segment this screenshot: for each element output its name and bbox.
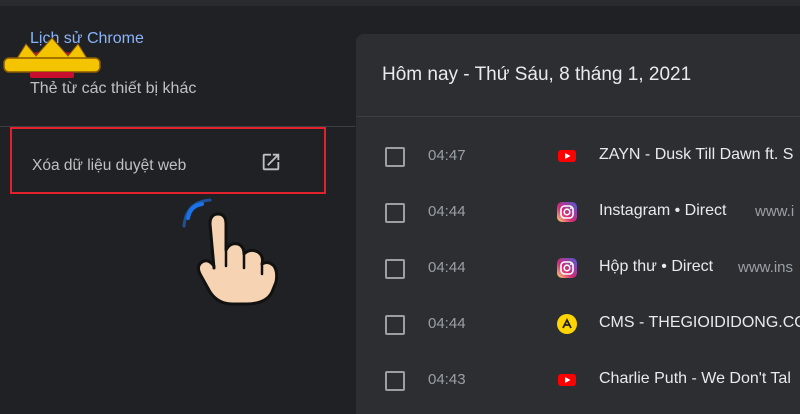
sidebar-item-other-devices[interactable]: Thẻ từ các thiết bị khác xyxy=(30,80,196,98)
page-domain: www.ins xyxy=(738,259,794,276)
history-date-header: Hôm nay - Thứ Sáu, 8 tháng 1, 2021 xyxy=(382,64,692,85)
row-checkbox[interactable] xyxy=(385,259,405,279)
taixiuonline-logo xyxy=(3,37,101,78)
visit-time: 04:44 xyxy=(428,203,466,220)
page-title-link[interactable]: Instagram • Direct xyxy=(599,202,726,220)
history-row[interactable]: 04:44 CMS - THEGIOIDIDONG.CO xyxy=(356,306,800,346)
open-in-new-icon xyxy=(262,153,280,171)
history-row[interactable]: 04:47 ZAYN - Dusk Till Dawn ft. S xyxy=(356,138,800,178)
history-row[interactable]: 04:43 Charlie Puth - We Don't Tal xyxy=(356,362,800,402)
youtube-icon xyxy=(558,374,576,386)
clear-browsing-data-label: Xóa dữ liệu duyệt web xyxy=(32,157,187,174)
page-title-link[interactable]: ZAYN - Dusk Till Dawn ft. S xyxy=(599,146,793,164)
visit-time: 04:47 xyxy=(428,147,466,164)
youtube-icon xyxy=(558,150,576,162)
panel-divider xyxy=(356,116,800,117)
visit-time: 04:44 xyxy=(428,315,466,332)
history-panel: Hôm nay - Thứ Sáu, 8 tháng 1, 2021 04:47… xyxy=(356,34,800,414)
row-checkbox[interactable] xyxy=(385,315,405,335)
page-title-link[interactable]: Hộp thư • Direct xyxy=(599,258,713,276)
history-row[interactable]: 04:44 Instagram • Direct www.i xyxy=(356,194,800,234)
history-row[interactable]: 04:44 Hộp thư • Direct www.ins xyxy=(356,250,800,290)
page-title-link[interactable]: Charlie Puth - We Don't Tal xyxy=(599,370,791,388)
instagram-icon xyxy=(557,202,577,222)
row-checkbox[interactable] xyxy=(385,147,405,167)
visit-time: 04:43 xyxy=(428,371,466,388)
clear-browsing-data-button[interactable]: Xóa dữ liệu duyệt web xyxy=(10,127,326,194)
page-domain: www.i xyxy=(755,203,795,220)
row-checkbox[interactable] xyxy=(385,371,405,391)
cms-icon xyxy=(557,314,577,334)
page-title-link[interactable]: CMS - THEGIOIDIDONG.CO xyxy=(599,314,800,332)
pointing-hand-icon xyxy=(182,198,279,306)
visit-time: 04:44 xyxy=(428,259,466,276)
row-checkbox[interactable] xyxy=(385,203,405,223)
instagram-icon xyxy=(557,258,577,278)
